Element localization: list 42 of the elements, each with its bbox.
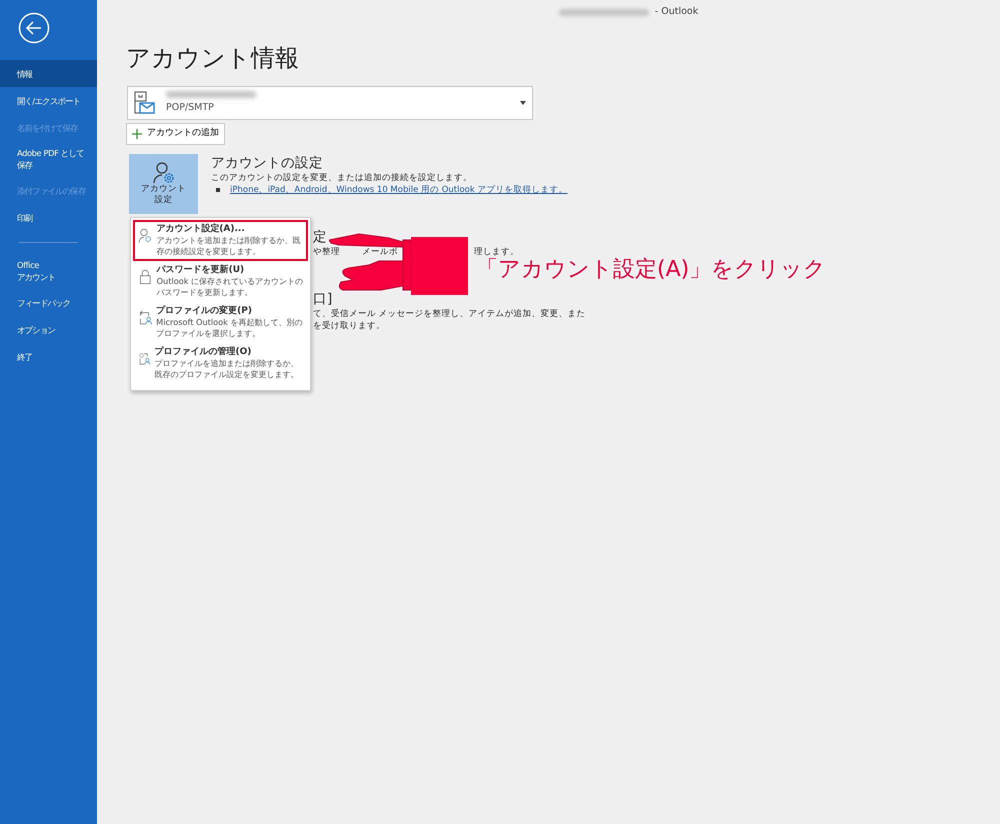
menu-item-description: プロファイルを追加または削除するか、既存のプロファイル設定を変更します。 <box>154 358 300 380</box>
sidebar-item[interactable]: 情報 <box>0 60 97 87</box>
menu-item-description: Microsoft Outlook を再起動して、別のプロファイルを選択します。 <box>156 317 304 339</box>
sidebar-item[interactable]: フィードバック <box>0 289 97 316</box>
add-account-button[interactable]: アカウントの追加 <box>126 123 225 144</box>
section-heading: 定 <box>313 228 328 246</box>
menu-item[interactable]: パスワードを更新(U) Outlook に保存されているアカウントのパスワードを更新します。 <box>133 261 308 302</box>
menu-item-description: アカウントを追加または削除するか、既存の接続設定を変更します。 <box>156 235 302 257</box>
section-description-fragment: や整理 <box>313 246 340 258</box>
menu-item-title: パスワードを更新(U) <box>156 264 246 276</box>
section-description: このアカウントの設定を変更、または追加の接続を設定します。 <box>211 172 473 184</box>
menu-item[interactable]: プロファイルの管理(O) プロファイルを追加または削除するか、既存のプロファイル設定を変更します。 <box>133 343 308 384</box>
user-gear-icon <box>152 162 176 184</box>
sidebar-item[interactable]: Office アカウント <box>0 253 97 289</box>
menu-item-description: Outlook に保存されているアカウントのパスワードを更新します。 <box>156 276 304 298</box>
window-title: - Outlook <box>654 4 698 19</box>
page-title: アカウント情報 <box>126 43 300 74</box>
menu-item[interactable]: プロファイルの変更(P) Microsoft Outlook を再起動して、別のプロファイルを選択します。 <box>133 302 308 343</box>
sidebar-item[interactable]: オプション <box>0 316 97 343</box>
sidebar-item[interactable]: 終了 <box>0 343 97 370</box>
section-heading: アカウントの設定 <box>211 154 324 172</box>
menu-item-title: プロファイルの変更(P) <box>156 305 253 317</box>
mailbox-icon <box>134 91 156 115</box>
menu-item-title: アカウント設定(A)... <box>156 223 246 235</box>
section-description: て、受信メール メッセージを整理し、アイテムが追加、変更、また を受け取ります。 <box>313 308 586 332</box>
sidebar-item[interactable]: 印刷 <box>0 204 97 231</box>
bullet-icon <box>216 188 220 192</box>
sidebar-item[interactable]: 開く/エクスポート <box>0 87 97 114</box>
account-type: POP/SMTP <box>166 100 215 115</box>
section-description-fragment: 理します。 <box>474 246 519 258</box>
plus-icon <box>132 128 142 139</box>
section-heading: 口] <box>313 290 334 308</box>
account-dropdown[interactable]: POP/SMTP <box>127 86 533 120</box>
menu-item-title: プロファイルの管理(O) <box>154 346 252 358</box>
section-description-fragment: メールボ <box>362 246 398 258</box>
back-button[interactable] <box>18 12 50 44</box>
sidebar-item[interactable]: Adobe PDF として 保存 <box>0 141 97 177</box>
menu-item[interactable]: アカウント設定(A)... アカウントを追加または削除するか、既存の接続設定を変更します。 <box>133 220 308 261</box>
annotation-text: 「アカウント設定(A)」をクリック <box>476 256 826 284</box>
app-link[interactable]: iPhone、iPad、Android、Windows 10 Mobile 用の Outlook アプリを取得します。 <box>230 184 568 196</box>
account-settings-button[interactable]: アカウント 設定 <box>129 154 198 214</box>
caret-icon <box>520 101 526 105</box>
